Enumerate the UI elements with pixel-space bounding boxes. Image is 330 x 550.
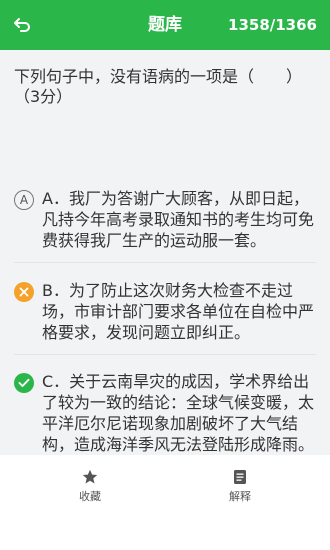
back-button[interactable]	[6, 9, 38, 41]
divider	[14, 354, 316, 355]
document-icon	[234, 470, 246, 484]
explain-button[interactable]: 解释	[210, 469, 270, 504]
favorite-label: 收藏	[79, 490, 101, 503]
favorite-button[interactable]: 收藏	[60, 469, 120, 504]
option-a-text: A．我厂为答谢广大顾客，从即日起，凡持今年高考录取通知书的考生均可免费获得我厂生…	[42, 189, 315, 250]
back-arrow-icon	[14, 18, 30, 32]
option-b-text: B．为了防止这次财务大检查不走过场，市审计部门要求各单位在自检中严格要求，发现问…	[42, 281, 315, 342]
bottom-toolbar: 收藏 解释	[0, 455, 330, 550]
explain-label: 解释	[229, 490, 251, 503]
option-a-marker-label: A	[19, 193, 29, 207]
option-c-text: C．关于云南旱灾的成因，学术界给出了较为一致的结论：全球气候变暖，太平洋厄尔尼诺…	[42, 372, 315, 454]
question-text: 下列句子中，没有语病的一项是（ ）（3分）	[14, 67, 303, 106]
correct-check-icon	[14, 373, 34, 393]
divider	[14, 262, 316, 263]
top-bar: 题库 1358/1366	[0, 0, 330, 50]
option-a-circle-icon: A	[14, 190, 34, 210]
star-icon	[82, 469, 98, 484]
wrong-x-icon	[14, 282, 34, 302]
question-counter: 1358/1366	[228, 16, 317, 34]
